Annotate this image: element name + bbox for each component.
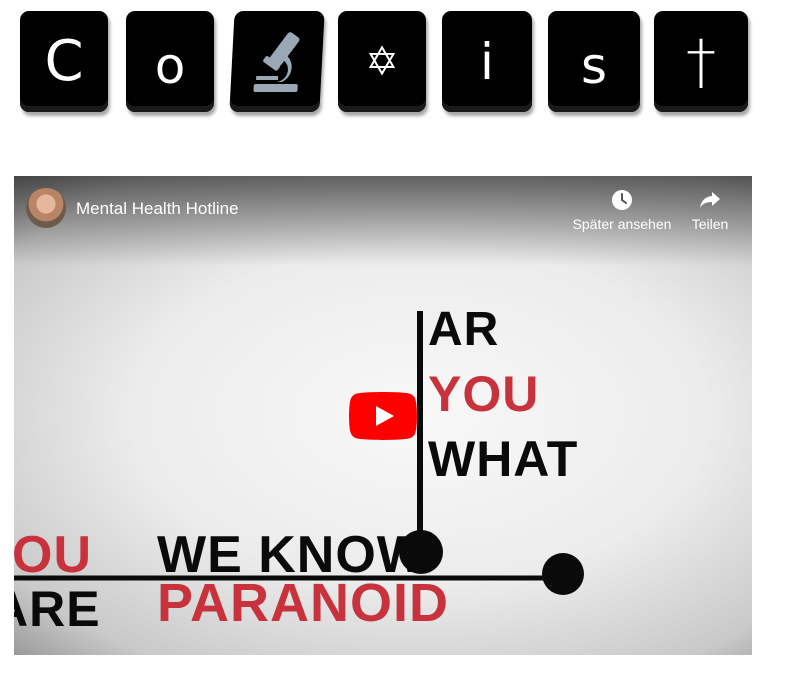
letter-c: C — [44, 28, 84, 94]
microscope-icon — [253, 31, 300, 92]
channel-avatar[interactable] — [26, 188, 66, 228]
tile-microscope — [229, 11, 325, 112]
thumb-word-ar: AR — [428, 303, 500, 356]
letter-i: i — [480, 32, 494, 91]
share-button[interactable]: Teilen — [686, 188, 734, 232]
tile-letter-i: i — [442, 11, 532, 112]
letter-o: o — [154, 36, 186, 95]
clock-icon — [612, 190, 632, 210]
thumb-word-you-left: OU — [14, 526, 92, 584]
thumb-word-paranoid: PARANOID — [157, 573, 450, 633]
share-arrow-icon — [700, 192, 720, 208]
tile-cross: † — [654, 11, 748, 112]
video-embed[interactable]: AR YOU WHAT WE KNOW OU ARE PARANOID Ment… — [14, 176, 752, 655]
share-label: Teilen — [691, 216, 729, 232]
thumb-word-what: WHAT — [428, 431, 579, 487]
tile-star-of-david: ✡ — [338, 11, 426, 112]
tile-letter-c: C — [20, 11, 108, 112]
thumb-word-you-upper: YOU — [428, 366, 540, 422]
coexist-tiles: C o ✡ i s † — [0, 0, 792, 130]
tile-letter-o: o — [126, 11, 214, 112]
letter-s: s — [580, 36, 608, 95]
watch-later-label: Später ansehen — [572, 216, 672, 232]
youtube-play-icon — [349, 392, 417, 440]
cross-icon: † — [686, 26, 716, 97]
video-title[interactable]: Mental Health Hotline — [76, 199, 239, 219]
watch-later-button[interactable]: Später ansehen — [570, 188, 674, 232]
star-of-david-icon: ✡ — [365, 38, 399, 85]
tile-letter-s: s — [548, 11, 640, 112]
youtube-play-button[interactable] — [349, 392, 417, 440]
thumb-word-are-left: ARE — [14, 581, 101, 637]
